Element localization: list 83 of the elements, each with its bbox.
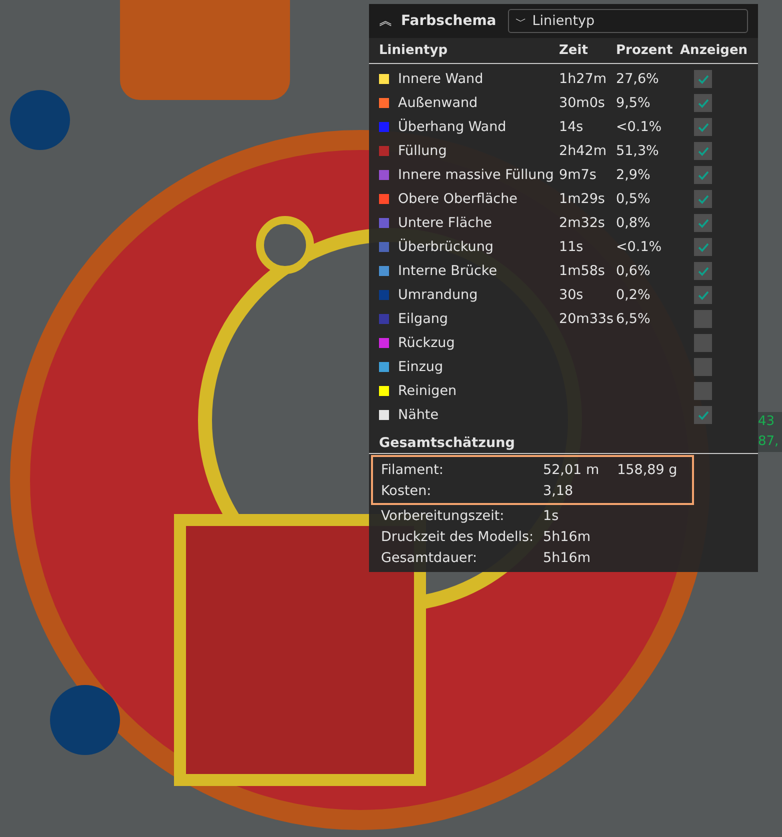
collapse-icon[interactable]: ︽ [379, 12, 393, 30]
check-icon [698, 146, 708, 156]
percent-cell-text: 27,6% [616, 71, 660, 87]
time-cell-text: 2m32s [559, 215, 606, 231]
line-type-name: Obere Oberfläche [398, 191, 518, 207]
check-icon [698, 410, 708, 420]
line-type-name: Eilgang [398, 311, 448, 327]
estimate-value: 5h16m [543, 550, 590, 566]
check-icon [698, 74, 708, 84]
percent-cell-text: <0.1% [616, 239, 663, 255]
line-type-name: Nähte [398, 407, 439, 423]
percent-cell-text: 2,9% [616, 167, 652, 183]
time-cell-text: 11s [559, 239, 584, 255]
show-checkbox[interactable] [694, 358, 712, 376]
time-cell-text: 30m0s [559, 95, 606, 111]
percent-cell-text: 9,5% [616, 95, 652, 111]
panel-title: Farbschema [401, 13, 496, 29]
percent-cell-text: 0,2% [616, 287, 652, 303]
line-type-name: Innere massive Füllung [398, 167, 554, 183]
time-cell-text: 2h42m [559, 143, 608, 159]
time-cell-text: 1h27m [559, 71, 608, 87]
check-icon [698, 122, 708, 132]
show-checkbox[interactable] [694, 406, 712, 424]
percent-cell-text: <0.1% [616, 119, 663, 135]
show-checkbox[interactable] [694, 70, 712, 88]
percent-cell-text: 0,5% [616, 191, 652, 207]
line-type-name: Umrandung [398, 287, 478, 303]
estimate-label: Druckzeit des Modells: [381, 528, 535, 544]
line-type-name: Einzug [398, 359, 444, 375]
check-icon [698, 218, 708, 228]
time-cell-text: 1m58s [559, 263, 606, 279]
estimate-label: Filament: [381, 462, 444, 478]
line-type-name: Rückzug [398, 335, 455, 351]
column-header: Linientyp [379, 43, 449, 58]
estimate-value: 1s [543, 508, 559, 524]
estimate-value: 52,01 m [543, 462, 600, 478]
show-checkbox[interactable] [694, 334, 712, 352]
percent-cell-text: 0,6% [616, 263, 652, 279]
line-type-name: Innere Wand [398, 71, 484, 87]
show-checkbox[interactable] [694, 262, 712, 280]
color-scheme-dropdown[interactable]: ﹀ Linientyp [508, 9, 748, 33]
time-cell-text: 20m33s [559, 311, 615, 327]
time-cell-text: 1m29s [559, 191, 606, 207]
line-type-name: Überhang Wand [398, 119, 506, 135]
column-header: Anzeigen [680, 43, 749, 58]
show-checkbox[interactable] [694, 118, 712, 136]
show-checkbox[interactable] [694, 166, 712, 184]
show-checkbox[interactable] [694, 190, 712, 208]
estimate-value: 158,89 g [617, 462, 678, 478]
show-checkbox[interactable] [694, 142, 712, 160]
check-icon [698, 290, 708, 300]
percent-cell-text: 6,5% [616, 311, 652, 327]
estimate-label: Kosten: [381, 482, 432, 498]
line-type-name: Überbrückung [398, 239, 494, 255]
column-header: Zeit [559, 43, 589, 58]
show-checkbox[interactable] [694, 214, 712, 232]
show-checkbox[interactable] [694, 310, 712, 328]
time-cell-text: 14s [559, 119, 584, 135]
check-icon [698, 170, 708, 180]
line-type-name: Interne Brücke [398, 263, 498, 279]
percent-cell-text: 0,8% [616, 215, 652, 231]
show-checkbox[interactable] [694, 286, 712, 304]
percent-cell-text: 51,3% [616, 143, 660, 159]
line-type-name: Außenwand [398, 95, 478, 111]
estimate-label: Gesamtdauer: [381, 550, 478, 566]
show-checkbox[interactable] [694, 238, 712, 256]
measurement-label: 43 87, [758, 412, 782, 452]
time-cell-text: 9m7s [559, 167, 598, 183]
line-type-name: Füllung [398, 143, 447, 159]
check-icon [698, 242, 708, 252]
check-icon [698, 98, 708, 108]
check-icon [698, 194, 708, 204]
line-type-name: Reinigen [398, 383, 457, 399]
estimate-value: 3,18 [543, 482, 574, 498]
section-title: Gesamtschätzung [369, 427, 758, 454]
column-header: Prozent [616, 43, 674, 58]
estimate-label: Vorbereitungszeit: [381, 508, 506, 524]
line-type-name: Untere Fläche [398, 215, 492, 231]
show-checkbox[interactable] [694, 382, 712, 400]
show-checkbox[interactable] [694, 94, 712, 112]
check-icon [698, 266, 708, 276]
estimate-value: 5h16m [543, 528, 590, 544]
time-cell-text: 30s [559, 287, 584, 303]
